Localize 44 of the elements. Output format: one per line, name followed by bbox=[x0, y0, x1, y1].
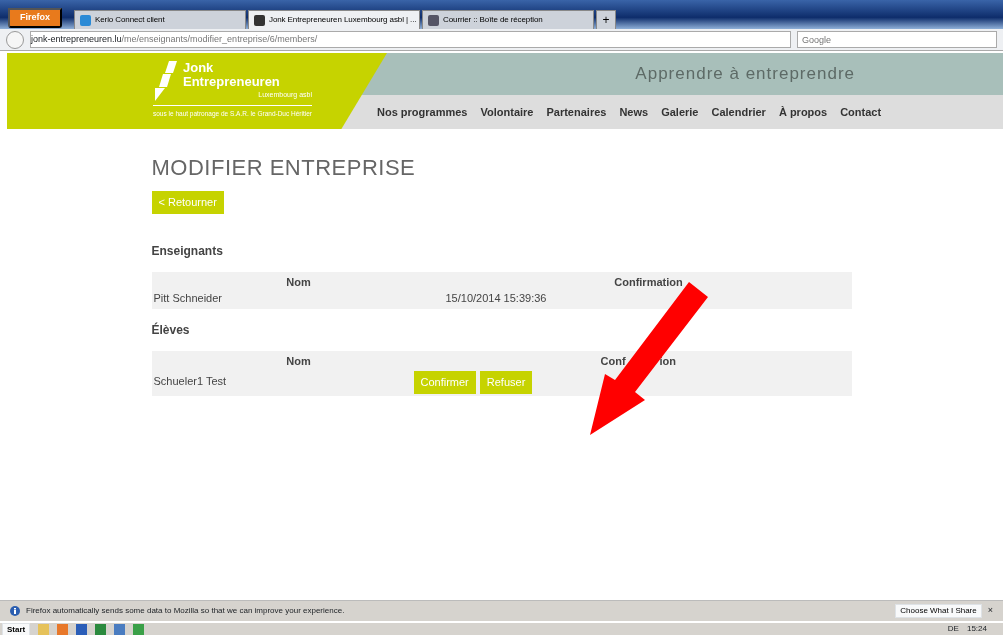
start-button[interactable]: Start bbox=[2, 622, 31, 635]
tab-icon bbox=[428, 14, 439, 26]
column-header: Confirmation bbox=[614, 275, 683, 288]
nav-link[interactable]: News bbox=[619, 103, 649, 121]
nav-link[interactable]: Nos programmes bbox=[377, 103, 468, 121]
browser-tab[interactable]: Kerio Connect client bbox=[74, 10, 246, 29]
nav-link[interactable]: Galerie bbox=[661, 103, 699, 121]
language-indicator: DE bbox=[947, 623, 959, 635]
nav-link[interactable]: Contact bbox=[840, 103, 882, 121]
new-tab-button[interactable]: + bbox=[596, 10, 616, 29]
close-button[interactable]: × bbox=[987, 604, 993, 618]
logo-title: Jonk Entrepreneuren bbox=[183, 61, 281, 89]
nav-link[interactable]: Volontaire bbox=[480, 103, 534, 121]
taskbar-app-icon[interactable] bbox=[95, 623, 107, 635]
tab-icon bbox=[80, 14, 91, 26]
browser-tab[interactable]: Jonk Entrepreneuren Luxembourg asbl | ... bbox=[248, 10, 420, 29]
nav-link[interactable]: Calendrier bbox=[711, 103, 766, 121]
taskbar-app-icon[interactable] bbox=[76, 623, 88, 635]
logo-icon bbox=[155, 61, 177, 101]
site-tagline: Apprendre à entreprendre bbox=[635, 63, 855, 86]
notification-text: Firefox automatically sends some data to Mozilla so that we can improve your experience. bbox=[26, 605, 345, 617]
taskbar-app-icon[interactable] bbox=[114, 623, 126, 635]
share-choice-button[interactable]: Choose What I Share bbox=[895, 604, 982, 618]
section-heading: Élèves bbox=[151, 321, 191, 339]
column-header: Conf bbox=[600, 354, 626, 367]
clock-text: 15:24 bbox=[966, 623, 987, 635]
tab-icon bbox=[254, 14, 265, 26]
page-title: MODIFIER ENTREPRISE bbox=[151, 155, 417, 182]
column-header: ion bbox=[659, 354, 677, 367]
member-name: Schueler1 Test bbox=[153, 375, 227, 388]
section-heading: Enseignants bbox=[151, 242, 224, 260]
back-button[interactable] bbox=[6, 30, 24, 49]
taskbar-app-icon[interactable] bbox=[57, 623, 69, 635]
member-name: Pitt Schneider bbox=[153, 292, 222, 305]
nav-link[interactable]: Partenaires bbox=[546, 103, 607, 121]
taskbar-app-icon[interactable] bbox=[133, 623, 145, 635]
search-field[interactable]: Google bbox=[797, 31, 997, 48]
column-header: Nom bbox=[286, 275, 311, 288]
nav-link[interactable]: À propos bbox=[778, 103, 828, 121]
info-icon bbox=[10, 606, 20, 616]
browser-tab[interactable]: Courrier :: Boîte de réception bbox=[422, 10, 594, 29]
address-bar[interactable]: jonk-entrepreneuren.lu/me/enseignants/modifier_entreprise/6/members/ bbox=[30, 31, 791, 48]
confirmation-date: 15/10/2014 15:39:36 bbox=[445, 291, 547, 307]
column-header: Nom bbox=[286, 354, 311, 367]
